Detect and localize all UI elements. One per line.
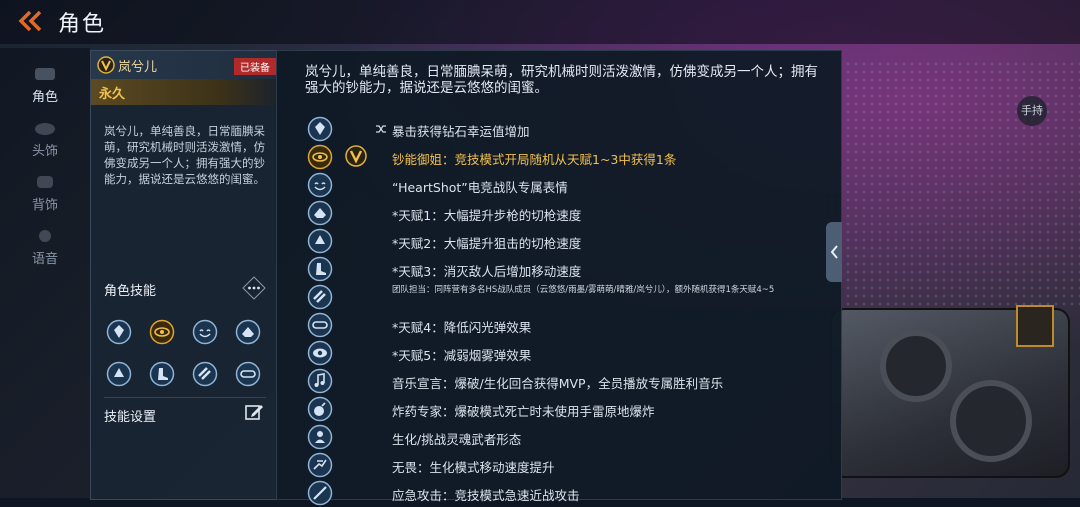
attribute-text: 暴击获得钻石幸运值增加	[392, 124, 530, 139]
boot-speed-icon[interactable]	[149, 361, 175, 387]
nav-label: 语音	[31, 252, 58, 267]
attribute-text: *天赋2：大幅提升狙击的切枪速度	[392, 236, 582, 251]
nav-label: 头饰	[31, 144, 58, 159]
character-description: 岚兮儿，单纯善良，日常腼腆呆萌，研究机械时则活泼激情，仿佛变成另一个人；拥有强大…	[104, 124, 265, 186]
attribute-text: 团队担当：同阵营有多名HS战队成员（云悠悠/雨墨/雾萌萌/晴雅/岚兮儿），额外随…	[392, 285, 775, 295]
attribute-row: “HeartShot”电竞战队专属表情	[277, 171, 841, 199]
attribute-text: 炸药专家：爆破模式死亡时未使用手雷原地爆炸	[392, 404, 655, 419]
attribute-text: 无畏：生化模式移动速度提升	[392, 460, 555, 475]
money-eye-icon	[307, 144, 333, 170]
attribute-row: 应急攻击：竞技模式急速近战攻击	[277, 479, 841, 507]
attribute-row: *天赋2：大幅提升狙击的切枪速度	[277, 227, 841, 255]
card-header: 岚兮儿 已装备	[91, 51, 276, 79]
diamond-luck-icon[interactable]	[106, 319, 132, 345]
attribute-text: 生化/挑战灵魂武者形态	[392, 432, 522, 447]
flash-goggles-icon	[307, 312, 333, 338]
duration-label: 永久	[99, 87, 126, 102]
team-stripe-icon[interactable]	[192, 361, 218, 387]
diamond-luck-icon	[307, 116, 333, 142]
rifle-talent-icon[interactable]	[235, 319, 261, 345]
attribute-row: 无畏：生化模式移动速度提升	[277, 451, 841, 479]
v-rank-icon	[345, 145, 367, 167]
duration-bar: 永久	[91, 79, 276, 105]
attribute-text: “HeartShot”电竞战队专属表情	[392, 180, 568, 195]
spirit-warrior-icon	[307, 424, 333, 450]
weapon-thumbnail[interactable]	[1016, 305, 1054, 347]
hand-held-button[interactable]: 手持	[1017, 96, 1047, 126]
voice-icon	[39, 230, 51, 242]
attribute-text: *天赋4：降低闪光弹效果	[392, 320, 532, 335]
attribute-text: 应急攻击：竞技模式急速近战攻击	[392, 488, 580, 503]
nav-item-headwear[interactable]: 头饰	[0, 112, 90, 168]
background-wheel	[880, 330, 952, 402]
shuffle-icon	[376, 125, 386, 133]
attribute-row: 生化/挑战灵魂武者形态	[277, 423, 841, 451]
top-bar: 角色	[0, 0, 1080, 44]
attribute-row: 炸药专家：爆破模式死亡时未使用手雷原地爆炸	[277, 395, 841, 423]
character-card: 岚兮儿 已装备 永久 岚兮儿，单纯善良，日常腼腆呆萌，研究机械时则活泼激情，仿佛…	[90, 50, 277, 500]
attribute-row: 音乐宣言：爆破/生化回合获得MVP，全员播放专属胜利音乐	[277, 367, 841, 395]
fearless-run-icon	[307, 452, 333, 478]
bomb-expert-icon	[307, 396, 333, 422]
card-divider	[104, 397, 266, 398]
sniper-talent-icon[interactable]	[106, 361, 132, 387]
money-eye-icon[interactable]	[149, 319, 175, 345]
attribute-row: *天赋3：消灭敌人后增加移动速度	[277, 255, 841, 283]
character-name: 岚兮儿	[118, 60, 158, 75]
background-wheel	[950, 380, 1032, 462]
attribute-row: *天赋1：大幅提升步枪的切枪速度	[277, 199, 841, 227]
v-rank-icon	[97, 56, 115, 74]
attribute-row: *天赋5：减弱烟雾弹效果	[277, 339, 841, 367]
team-stripe-icon	[307, 284, 333, 310]
side-nav: 角色 头饰 背饰 语音	[0, 48, 90, 498]
attribute-text: *天赋3：消灭敌人后增加移动速度	[392, 264, 582, 279]
attribute-row: *天赋4：降低闪光弹效果	[277, 311, 841, 339]
more-options-icon[interactable]	[242, 276, 266, 300]
chevron-left-icon	[830, 245, 838, 259]
smile-emote-icon[interactable]	[192, 319, 218, 345]
headwear-icon	[35, 123, 55, 135]
panel-intro: 岚兮儿，单纯善良，日常腼腆呆萌，研究机械时则活泼激情，仿佛变成另一个人；拥有强大…	[305, 64, 818, 96]
equipped-badge: 已装备	[234, 58, 276, 75]
boot-speed-icon	[307, 256, 333, 282]
rifle-talent-icon	[307, 200, 333, 226]
skills-title: 角色技能	[104, 284, 157, 299]
nav-item-voice[interactable]: 语音	[0, 220, 90, 276]
nav-label: 角色	[31, 90, 58, 105]
melee-attack-icon	[307, 480, 333, 506]
skill-settings-label: 技能设置	[104, 410, 157, 425]
attribute-text: 钞能御姐：竞技模式开局随机从天赋1~3中获得1条	[392, 152, 677, 167]
smile-emote-icon	[307, 172, 333, 198]
nav-item-character[interactable]: 角色	[0, 58, 90, 114]
edit-icon[interactable]	[244, 402, 264, 422]
background-grate	[820, 60, 1080, 310]
nav-item-backwear[interactable]: 背饰	[0, 166, 90, 222]
attribute-text: *天赋5：减弱烟雾弹效果	[392, 348, 532, 363]
flash-goggles-icon[interactable]	[235, 361, 261, 387]
attribute-text: *天赋1：大幅提升步枪的切枪速度	[392, 208, 582, 223]
detail-panel: 岚兮儿，单纯善良，日常腼腆呆萌，研究机械时则活泼激情，仿佛变成另一个人；拥有强大…	[276, 50, 842, 506]
sniper-talent-icon	[307, 228, 333, 254]
page-title: 角色	[58, 12, 107, 37]
attribute-row: 钞能御姐：竞技模式开局随机从天赋1~3中获得1条	[277, 143, 841, 171]
character-icon	[35, 68, 55, 80]
back-chevron-icon[interactable]	[16, 9, 46, 33]
smoke-eye-icon	[307, 340, 333, 366]
attribute-text: 音乐宣言：爆破/生化回合获得MVP，全员播放专属胜利音乐	[392, 376, 724, 391]
nav-label: 背饰	[31, 198, 58, 213]
backwear-icon	[37, 176, 53, 188]
collapse-panel-button[interactable]	[826, 222, 842, 282]
music-note-icon	[307, 368, 333, 394]
attribute-row: 团队担当：同阵营有多名HS战队成员（云悠悠/雨墨/雾萌萌/晴雅/岚兮儿），额外随…	[277, 283, 841, 311]
attribute-row: 暴击获得钻石幸运值增加	[277, 115, 841, 143]
